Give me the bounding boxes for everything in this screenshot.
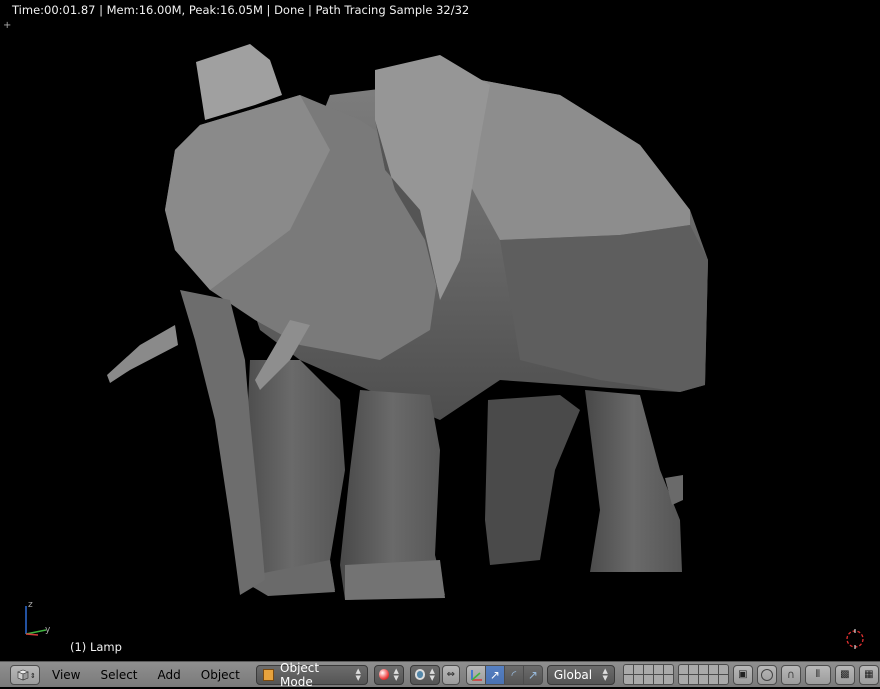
snap-toggle-button[interactable]: ∩	[780, 664, 801, 685]
pivot-point-dropdown[interactable]: ▲ ▼	[409, 664, 440, 685]
opengl-render-animation-button[interactable]: ▦	[858, 664, 879, 685]
translate-manipulator-button[interactable]: ↗	[484, 664, 505, 685]
opengl-render-button[interactable]: ▩	[834, 664, 855, 685]
menu-view[interactable]: View	[52, 668, 80, 682]
pivot-icon	[414, 669, 426, 680]
scale-arrow-icon: ↗	[527, 667, 538, 682]
back-left-leg	[485, 395, 580, 565]
menu-select[interactable]: Select	[100, 668, 137, 682]
proportional-circle-icon	[760, 668, 773, 681]
scale-manipulator-button[interactable]: ↗	[522, 664, 543, 685]
axis-y-label: y	[45, 625, 51, 635]
menu-object[interactable]: Object	[201, 668, 240, 682]
layers-group-1[interactable]	[622, 664, 674, 685]
axis-gizmo: z y	[18, 598, 58, 644]
pivot-align-button[interactable]: ⇔	[441, 664, 460, 685]
orientation-label: Global	[553, 667, 593, 682]
lock-icon: ▣	[738, 669, 748, 680]
editor-type-button[interactable]: ⇕	[10, 664, 40, 685]
dropdown-arrows-icon: ▲ ▼	[602, 666, 608, 682]
menu-add[interactable]: Add	[158, 668, 181, 682]
3d-cursor-icon	[846, 629, 864, 649]
proportional-edit-button[interactable]	[756, 664, 777, 685]
mode-dropdown[interactable]: Object Mode ▲ ▼	[255, 661, 368, 689]
layer-lock-button[interactable]: ▣	[732, 664, 753, 685]
magnet-icon: ∩	[786, 668, 795, 681]
shading-sphere-icon	[378, 669, 390, 680]
dropdown-arrows-icon: ▲ ▼	[393, 666, 399, 682]
film-icon: ▦	[864, 669, 874, 680]
object-mode-icon	[262, 668, 275, 681]
snap-increment-icon: ⫴	[815, 669, 820, 680]
mode-label: Object Mode	[280, 660, 320, 689]
cube-icon: ⇕	[17, 669, 36, 680]
3d-viewport[interactable]: Time:00:01.87 | Mem:16.00M, Peak:16.05M …	[0, 0, 880, 661]
dropdown-arrows-icon: ▲ ▼	[355, 666, 361, 682]
elephant-render	[107, 44, 708, 600]
rotate-arc-icon: ◜	[511, 667, 517, 682]
transform-orientation-dropdown[interactable]: Global ▲ ▼	[546, 664, 615, 685]
manipulator-axes-icon	[471, 669, 482, 681]
left-tusk	[107, 325, 178, 383]
3d-view-header: ⇕ View Select Add Object Object Mode ▲ ▼ …	[0, 661, 880, 689]
snap-element-dropdown[interactable]: ⫴	[804, 664, 831, 685]
elephant-trunk	[180, 290, 265, 595]
axis-z-label: z	[28, 600, 33, 610]
dropdown-arrows-icon: ▲ ▼	[429, 666, 435, 682]
active-object-label: (1) Lamp	[70, 640, 122, 654]
rotate-manipulator-button[interactable]: ◜	[503, 664, 524, 685]
layers-group-2[interactable]	[677, 664, 729, 685]
camera-icon: ▩	[840, 669, 850, 680]
manipulator-toggle-button[interactable]	[465, 664, 486, 685]
arrow-icon: ↗	[489, 667, 500, 682]
align-icon: ⇔	[446, 669, 456, 680]
viewport-shading-dropdown[interactable]: ▲ ▼	[373, 664, 404, 685]
svg-text:⇕: ⇕	[30, 672, 36, 680]
